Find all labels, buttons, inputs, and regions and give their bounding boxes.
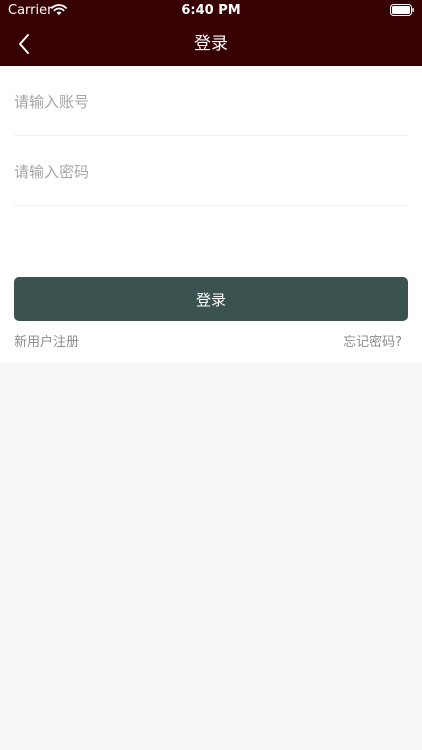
- forgot-password-link[interactable]: 忘记密码?: [343, 334, 402, 352]
- battery-icon: [390, 4, 414, 16]
- top-bar: Carrier 6:40 PM 登录: [0, 0, 422, 66]
- password-field-row: [14, 136, 408, 206]
- status-time: 6:40 PM: [181, 3, 241, 18]
- account-field-row: [14, 66, 408, 136]
- status-bar: Carrier 6:40 PM: [0, 0, 422, 22]
- page-title: 登录: [194, 34, 228, 54]
- account-input[interactable]: [14, 88, 408, 116]
- password-input[interactable]: [14, 158, 408, 186]
- register-link[interactable]: 新用户注册: [14, 334, 79, 352]
- nav-bar: 登录: [0, 22, 422, 66]
- login-button[interactable]: 登录: [14, 277, 408, 321]
- login-form: 登录 新用户注册 忘记密码?: [0, 66, 422, 362]
